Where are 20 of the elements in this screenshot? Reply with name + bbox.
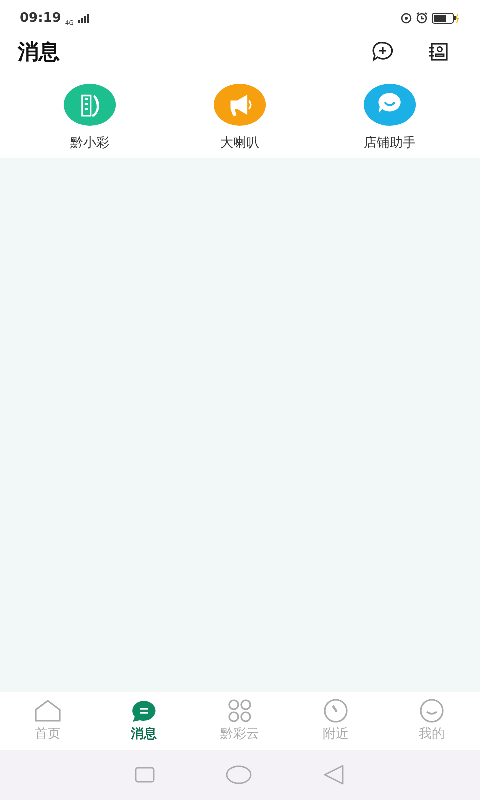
add-chat-icon[interactable] <box>372 42 394 62</box>
compass-icon <box>322 699 350 723</box>
contacts-icon[interactable] <box>428 43 448 61</box>
home-icon <box>34 699 62 723</box>
message-icon <box>130 699 158 723</box>
grid-icon <box>226 699 254 723</box>
status-time: 09:19 <box>20 10 62 26</box>
smile-icon <box>418 699 446 723</box>
signal-icon <box>78 14 90 22</box>
battery-icon <box>432 12 460 24</box>
shortcut-label[interactable]: 大喇叭 <box>220 134 260 152</box>
shortcut-label[interactable]: 店铺助手 <box>364 134 416 152</box>
recent-apps-icon[interactable] <box>135 767 156 783</box>
home-button-icon[interactable] <box>226 765 252 785</box>
shortcut-label[interactable]: 黔小彩 <box>70 134 110 152</box>
page-title: 消息 <box>18 39 60 66</box>
location-icon <box>401 12 412 24</box>
nav-tab[interactable]: 消息 <box>109 699 179 743</box>
back-icon[interactable] <box>322 765 345 785</box>
alarm-icon <box>416 12 428 24</box>
